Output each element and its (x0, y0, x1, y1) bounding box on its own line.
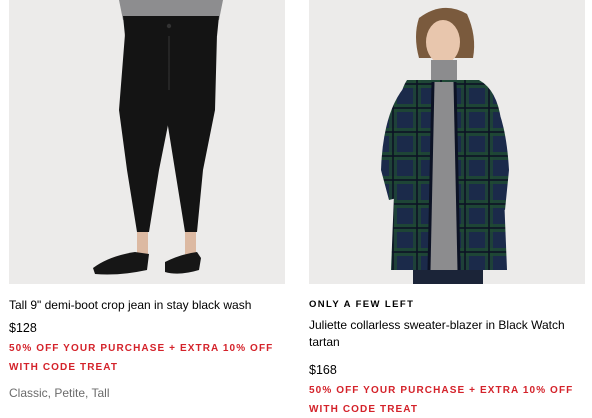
product-image-jean[interactable] (9, 0, 285, 284)
promo-text: 50% OFF YOUR PURCHASE + EXTRA 10% OFF WI… (9, 343, 274, 373)
jean-illustration (93, 0, 223, 275)
product-image-blazer[interactable] (309, 0, 585, 284)
product-title[interactable]: Tall 9" demi-boot crop jean in stay blac… (9, 297, 287, 314)
size-options: Classic, Petite, Tall (9, 386, 110, 400)
blazer-illustration (381, 7, 509, 284)
low-stock-badge: ONLY A FEW LEFT (309, 299, 415, 310)
product-grid: Tall 9" demi-boot crop jean in stay blac… (0, 0, 592, 418)
product-price: $128 (9, 321, 37, 335)
promo-text: 50% OFF YOUR PURCHASE + EXTRA 10% OFF WI… (309, 385, 574, 415)
product-price: $168 (309, 363, 337, 377)
product-card-jean[interactable]: Tall 9" demi-boot crop jean in stay blac… (9, 0, 287, 401)
product-title[interactable]: Juliette collarless sweater-blazer in Bl… (309, 317, 587, 351)
product-card-blazer[interactable]: ONLY A FEW LEFT Juliette collarless swea… (309, 0, 587, 418)
